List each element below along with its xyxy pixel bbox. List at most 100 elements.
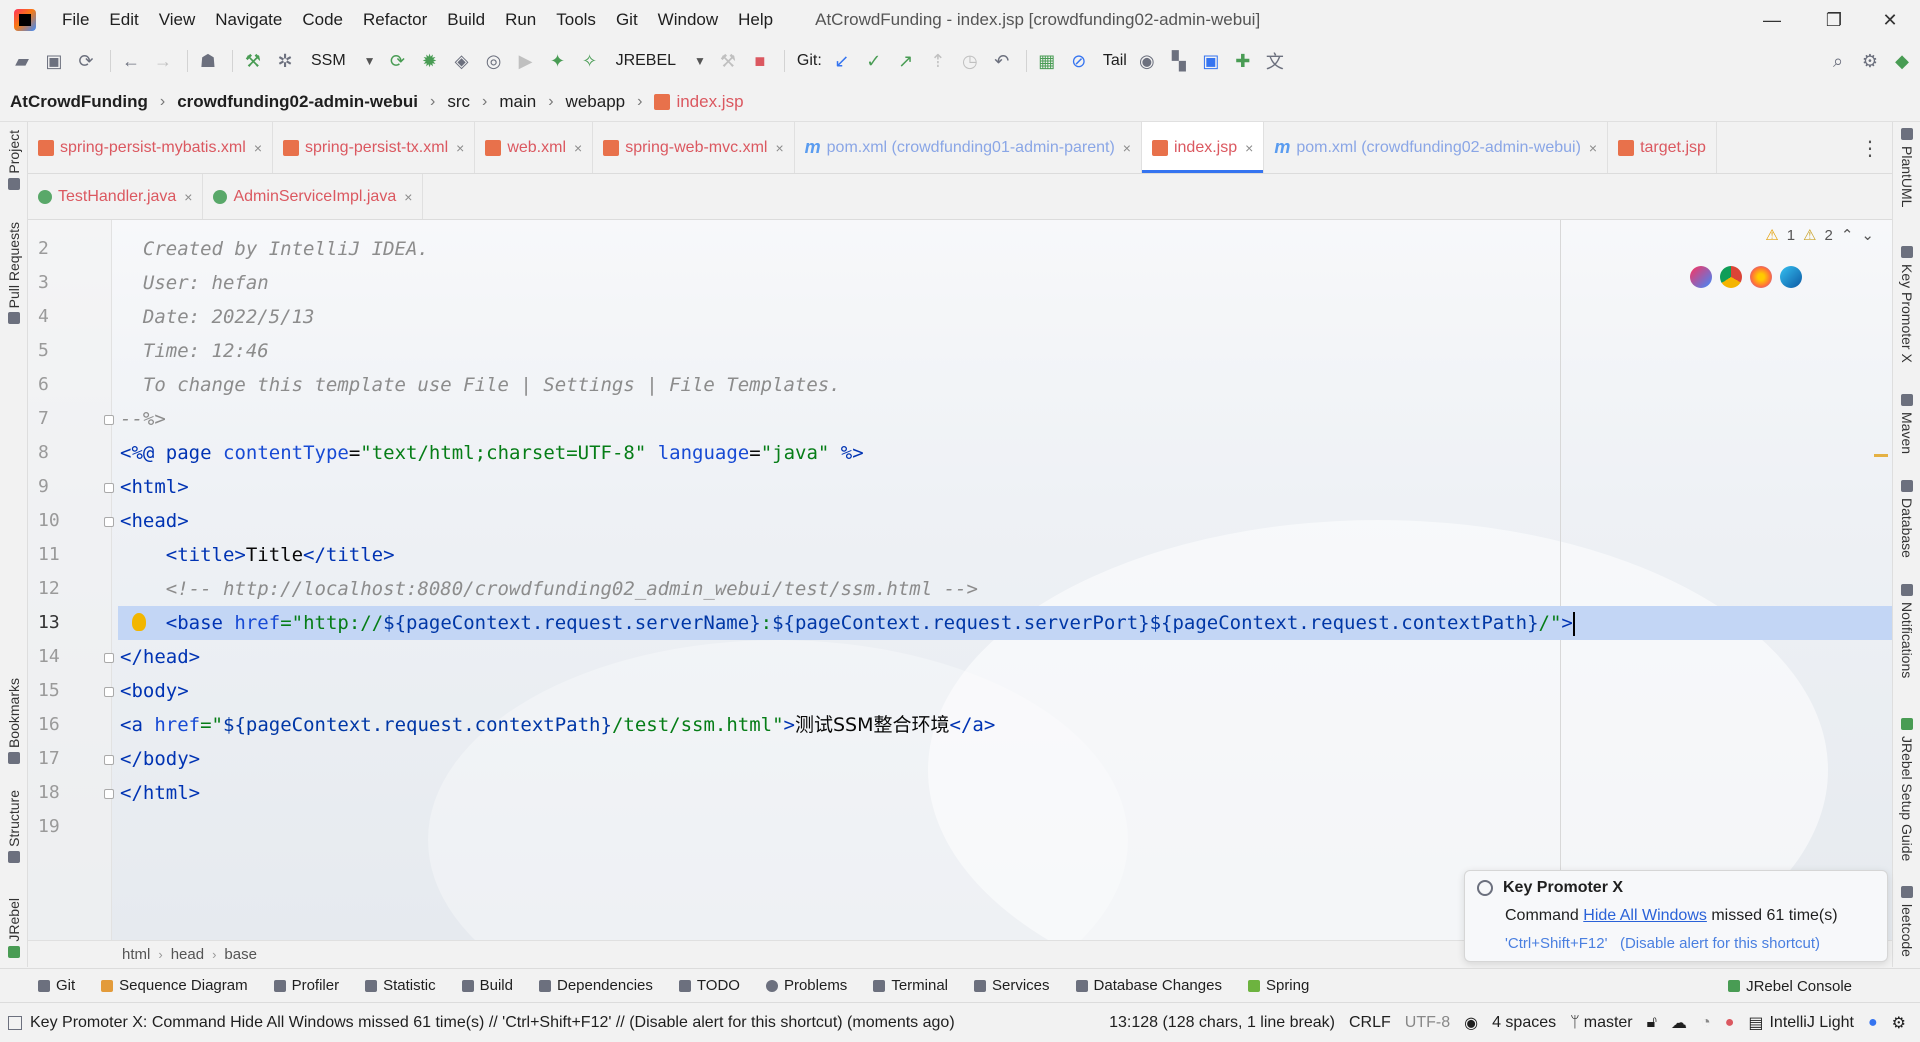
jrebel-run-icon[interactable]: ✦ [544, 47, 572, 75]
user-account-icon[interactable]: ☗ [194, 47, 222, 75]
debug-bug-icon[interactable]: ✹ [416, 47, 444, 75]
caret-position[interactable]: 13:128 (128 chars, 1 line break) [1109, 1014, 1335, 1032]
tool-tab-key-promoter[interactable]: Key Promoter X [1893, 246, 1920, 363]
theme-name[interactable]: IntelliJ Light [1769, 1014, 1854, 1032]
git-fetch-icon[interactable]: ⇡ [924, 47, 952, 75]
save-all-icon[interactable]: ▣ [40, 47, 68, 75]
tab-target-jsp[interactable]: target.jsp [1608, 122, 1717, 173]
build-hammer-icon[interactable]: ⚒ [239, 47, 267, 75]
menu-tools[interactable]: Tools [546, 0, 606, 40]
tab-spring-persist-mybatis[interactable]: spring-persist-mybatis.xml × [28, 122, 273, 173]
ai-icon[interactable]: ◔ [1701, 1014, 1711, 1032]
search-everywhere-plugin-icon[interactable]: ◉ [1133, 47, 1161, 75]
tab-spring-persist-tx[interactable]: spring-persist-tx.xml × [273, 122, 476, 173]
chevron-down-icon[interactable]: ⌄ [1861, 226, 1874, 244]
panel-toggle-icon[interactable] [8, 1015, 22, 1030]
eye-icon[interactable]: ◉ [1464, 1013, 1478, 1033]
forward-arrow-icon[interactable]: → [149, 47, 177, 75]
menu-build[interactable]: Build [437, 0, 495, 40]
tool-tab-jrebel-guide[interactable]: JRebel Setup Guide [1893, 718, 1920, 861]
tool-tab-maven[interactable]: Maven [1893, 394, 1920, 454]
tool-tab-structure[interactable]: Structure [0, 790, 28, 863]
menu-file[interactable]: File [52, 0, 99, 40]
menu-run[interactable]: Run [495, 0, 546, 40]
fold-marker-icon[interactable] [104, 755, 114, 765]
hammer-disabled-icon[interactable]: ⚒ [714, 47, 742, 75]
editor-crumb-html[interactable]: html [122, 946, 150, 963]
close-icon[interactable]: × [1245, 140, 1253, 156]
menu-navigate[interactable]: Navigate [205, 0, 292, 40]
tool-window-database-changes[interactable]: Database Changes [1075, 977, 1222, 994]
tool-window-jrebel-console[interactable]: JRebel Console [1728, 969, 1852, 1003]
plugin-icon[interactable]: ✚ [1229, 47, 1257, 75]
fold-marker-icon[interactable] [104, 653, 114, 663]
git-commit-icon[interactable]: ✓ [860, 47, 888, 75]
statistic-icon[interactable]: ▦ [1033, 47, 1061, 75]
menu-edit[interactable]: Edit [99, 0, 148, 40]
tool-tab-leetcode[interactable]: leetcode [1893, 886, 1920, 957]
git-branch[interactable]: master [1584, 1014, 1633, 1032]
back-arrow-icon[interactable]: ← [117, 47, 145, 75]
tool-window-problems[interactable]: Problems [765, 977, 847, 994]
scrollbar-marker[interactable] [1874, 454, 1888, 457]
close-icon[interactable]: × [1589, 140, 1597, 156]
tool-window-build[interactable]: Build [461, 977, 513, 994]
file-encoding[interactable]: UTF-8 [1405, 1014, 1450, 1032]
editor-crumb-base[interactable]: base [224, 946, 257, 963]
tool-window-sequence-diagram[interactable]: Sequence Diagram [101, 977, 248, 994]
search-icon[interactable]: ⌕ [1824, 47, 1852, 75]
tool-window-spring[interactable]: Spring [1247, 977, 1309, 994]
tool-tab-bookmarks[interactable]: Bookmarks [0, 678, 28, 765]
tab-spring-web-mvc[interactable]: spring-web-mvc.xml × [593, 122, 795, 173]
power-save-icon[interactable]: ⊘ [1065, 47, 1093, 75]
breadcrumb-dir-webapp[interactable]: webapp [566, 92, 626, 112]
open-folder-icon[interactable]: ▰ [8, 47, 36, 75]
tool-window-terminal[interactable]: Terminal [873, 977, 948, 994]
editor-crumb-head[interactable]: head [171, 946, 204, 963]
tab-pom-parent[interactable]: m pom.xml (crowdfunding01-admin-parent) × [795, 122, 1142, 173]
edge-icon[interactable] [1780, 266, 1802, 288]
tool-window-git[interactable]: Git [38, 977, 75, 994]
lock-icon[interactable]: 🔓︎ [1647, 1014, 1657, 1032]
menu-window[interactable]: Window [648, 0, 728, 40]
close-icon[interactable]: × [1123, 140, 1131, 156]
jrebel-debug-icon[interactable]: ✧ [576, 47, 604, 75]
line-separator[interactable]: CRLF [1349, 1014, 1391, 1032]
tool-tab-plantuml[interactable]: PlantUML [1893, 128, 1920, 207]
tab-admin-service-impl[interactable]: AdminServiceImpl.java × [203, 174, 424, 219]
close-icon[interactable]: × [574, 140, 582, 156]
breadcrumb-dir-src[interactable]: src [447, 92, 470, 112]
tab-test-handler[interactable]: TestHandler.java × [28, 174, 204, 219]
line-gutter[interactable]: 2 3 4 5 6 7 8 9 10 11 12 13 14 15 16 17 … [28, 220, 114, 940]
menu-help[interactable]: Help [728, 0, 783, 40]
fold-marker-icon[interactable] [104, 687, 114, 697]
status-message[interactable]: Key Promoter X: Command Hide All Windows… [30, 1014, 955, 1032]
popup-shortcut[interactable]: 'Ctrl+Shift+F12' [1505, 935, 1607, 952]
tool-tab-project[interactable]: Project [0, 130, 28, 190]
fold-marker-icon[interactable] [104, 789, 114, 799]
translate-icon[interactable]: 文 [1261, 47, 1289, 75]
tab-web-xml[interactable]: web.xml × [475, 122, 594, 173]
rerun-icon[interactable]: ⟳ [384, 47, 412, 75]
code-editor[interactable]: 2 3 4 5 6 7 8 9 10 11 12 13 14 15 16 17 … [28, 220, 1892, 940]
palette-icon[interactable]: ▚ [1165, 47, 1193, 75]
fold-marker-icon[interactable] [104, 415, 114, 425]
close-icon[interactable]: × [404, 189, 412, 205]
close-window-button[interactable]: ✕ [1862, 0, 1918, 40]
popup-disable-link[interactable]: (Disable alert for this shortcut) [1620, 935, 1820, 952]
git-update-icon[interactable]: ↙ [828, 47, 856, 75]
run-config-selector[interactable]: SSM ▼ [303, 47, 384, 75]
minimize-button[interactable]: — [1744, 0, 1800, 40]
settings-sliders-icon[interactable]: ⚙ [1892, 1013, 1906, 1033]
jrebel-selector[interactable]: JREBEL ▼ [608, 47, 714, 75]
fold-marker-icon[interactable] [104, 483, 114, 493]
sync-icon[interactable]: ⟳ [72, 47, 100, 75]
profile-icon[interactable]: ◎ [480, 47, 508, 75]
tool-window-profiler[interactable]: Profiler [273, 977, 339, 994]
tool-window-services[interactable]: Services [974, 977, 1050, 994]
breadcrumb-file[interactable]: index.jsp [676, 92, 743, 112]
stop-icon[interactable]: ■ [746, 47, 774, 75]
more-tabs-icon[interactable]: ⋮ [1860, 136, 1880, 161]
breadcrumb-project[interactable]: AtCrowdFunding [10, 92, 148, 112]
cloud-icon[interactable]: ☁ [1671, 1013, 1687, 1033]
